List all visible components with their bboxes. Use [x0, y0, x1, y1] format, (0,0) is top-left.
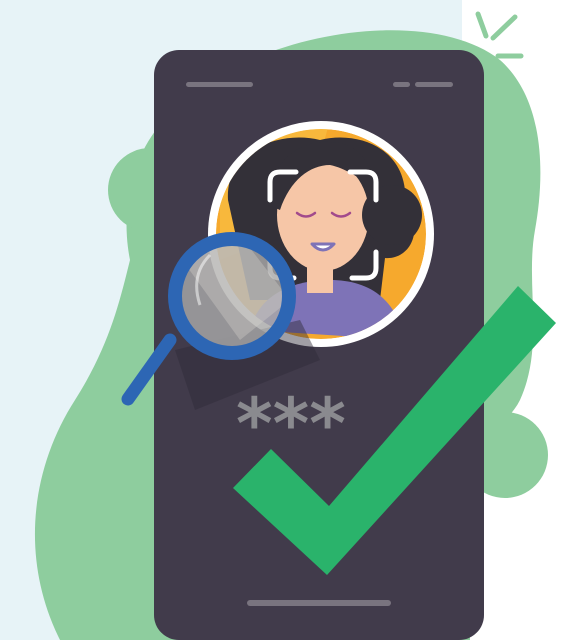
phone-status-dot: [393, 82, 410, 87]
phone-speaker: [186, 82, 253, 87]
password-mask: ***: [236, 383, 346, 465]
illustration: ***: [0, 0, 567, 640]
sparkle-icon: [475, 11, 524, 59]
home-indicator: [247, 600, 391, 606]
phone-status-bar: [415, 82, 453, 87]
